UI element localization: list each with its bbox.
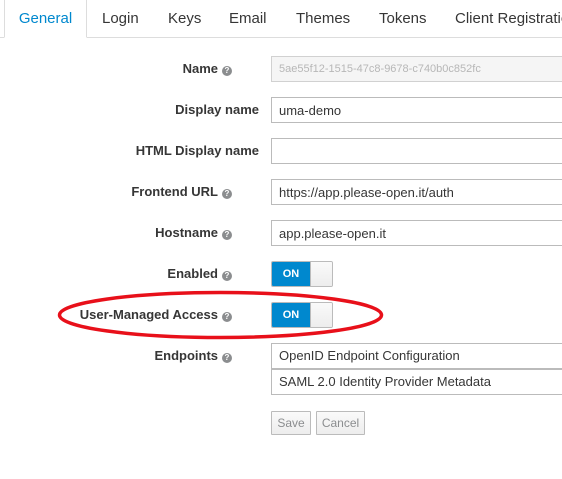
name-field xyxy=(271,56,562,82)
tab-client-registration[interactable]: Client Registration xyxy=(455,0,562,37)
enabled-label: Enabled? xyxy=(167,265,232,283)
toggle-knob xyxy=(310,303,332,327)
help-icon[interactable]: ? xyxy=(222,189,232,199)
cancel-button[interactable]: Cancel xyxy=(316,411,365,435)
display-name-label: Display name xyxy=(175,102,259,117)
saml-metadata-link[interactable]: SAML 2.0 Identity Provider Metadata xyxy=(271,369,562,395)
html-display-name-field[interactable] xyxy=(271,138,562,164)
enabled-label-text: Enabled xyxy=(167,266,218,281)
tab-general[interactable]: General xyxy=(4,0,87,38)
tab-keys[interactable]: Keys xyxy=(168,0,201,37)
openid-endpoint-link[interactable]: OpenID Endpoint Configuration xyxy=(271,343,562,369)
enabled-toggle-state: ON xyxy=(272,262,310,286)
hostname-label-text: Hostname xyxy=(155,225,218,240)
help-icon[interactable]: ? xyxy=(222,230,232,240)
tab-bar: General Login Keys Email Themes Tokens C… xyxy=(0,0,562,38)
help-icon[interactable]: ? xyxy=(222,271,232,281)
display-name-field[interactable] xyxy=(271,97,562,123)
save-button[interactable]: Save xyxy=(271,411,311,435)
frontend-url-field[interactable] xyxy=(271,179,562,205)
name-label-text: Name xyxy=(182,61,218,76)
endpoints-label: Endpoints? xyxy=(154,347,232,365)
help-icon[interactable]: ? xyxy=(222,312,232,322)
endpoints-label-text: Endpoints xyxy=(154,348,218,363)
frontend-url-label-text: Frontend URL xyxy=(131,184,218,199)
hostname-label: Hostname? xyxy=(155,224,232,242)
html-display-name-label: HTML Display name xyxy=(135,143,259,158)
user-managed-access-label: User-Managed Access? xyxy=(80,306,232,324)
help-icon[interactable]: ? xyxy=(222,353,232,363)
enabled-toggle[interactable]: ON xyxy=(271,261,333,287)
hostname-field[interactable] xyxy=(271,220,562,246)
toggle-knob xyxy=(310,262,332,286)
user-managed-access-toggle-state: ON xyxy=(272,303,310,327)
name-label: Name? xyxy=(183,60,232,78)
user-managed-access-label-text: User-Managed Access xyxy=(79,307,218,322)
tab-login[interactable]: Login xyxy=(102,0,139,37)
tab-tokens[interactable]: Tokens xyxy=(379,0,427,37)
help-icon[interactable]: ? xyxy=(222,66,232,76)
user-managed-access-toggle[interactable]: ON xyxy=(271,302,333,328)
tab-email[interactable]: Email xyxy=(229,0,267,37)
tab-themes[interactable]: Themes xyxy=(296,0,350,37)
frontend-url-label: Frontend URL? xyxy=(131,183,232,201)
